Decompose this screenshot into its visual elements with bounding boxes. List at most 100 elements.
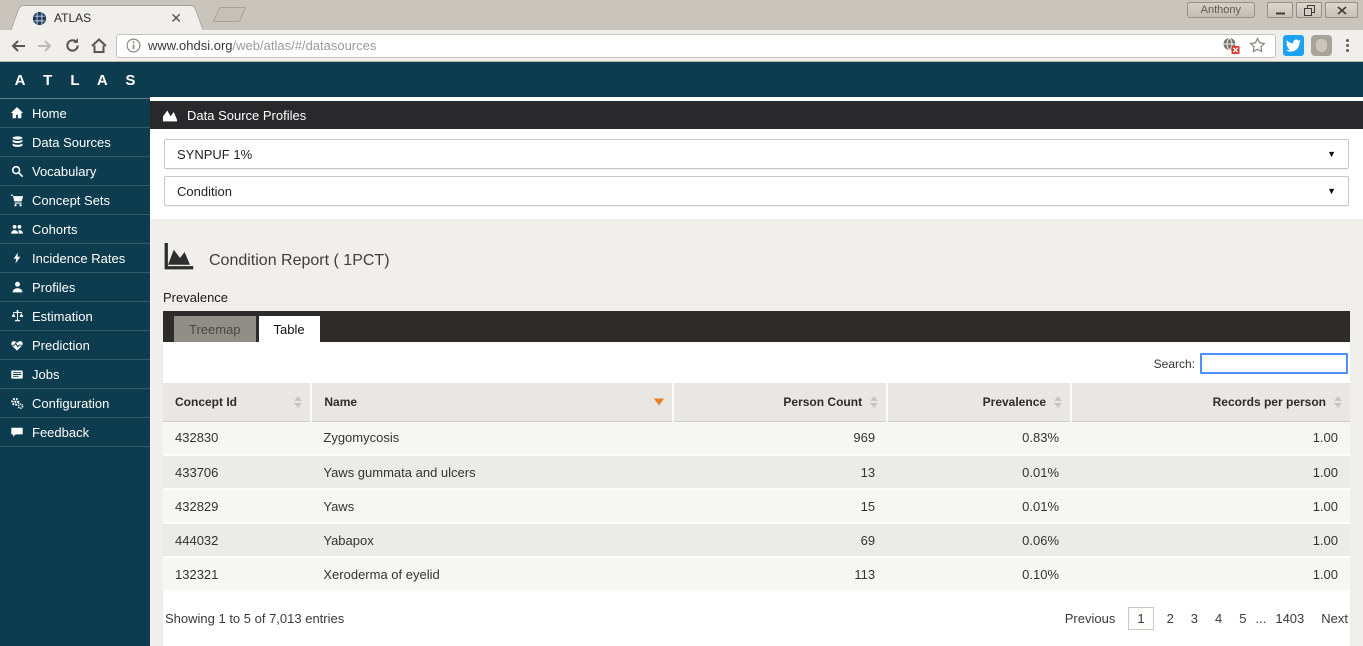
- page-button-3[interactable]: 3: [1191, 611, 1198, 626]
- table-row[interactable]: 132321 Xeroderma of eyelid 113 0.10% 1.00: [163, 557, 1350, 592]
- report-title-row: Condition Report ( 1PCT): [163, 243, 1350, 270]
- tab-content: Search: Concept Id Name Person Count Preval…: [163, 342, 1350, 646]
- browser-titlebar: ATLAS ✕ Anthony: [0, 0, 1363, 30]
- search-label: Search:: [1153, 356, 1195, 371]
- cell-concept-id: 433706: [163, 455, 312, 490]
- page-title: Data Source Profiles: [187, 107, 307, 123]
- column-header-person-count[interactable]: Person Count: [672, 383, 888, 422]
- sidebar-item-feedback[interactable]: Feedback: [0, 418, 150, 447]
- sidebar-item-cohorts[interactable]: Cohorts: [0, 215, 150, 244]
- sidebar-item-jobs[interactable]: Jobs: [0, 360, 150, 389]
- table-row[interactable]: 444032 Yabapox 69 0.06% 1.00: [163, 523, 1350, 558]
- cell-concept-id: 432830: [163, 421, 312, 456]
- back-button[interactable]: [8, 35, 28, 57]
- column-header-records-per-person[interactable]: Records per person: [1070, 383, 1350, 422]
- page-button-next[interactable]: Next: [1321, 611, 1348, 626]
- data-source-value: SYNPUF 1%: [177, 146, 253, 162]
- blocked-content-icon[interactable]: [1222, 37, 1240, 54]
- profile-button[interactable]: Anthony: [1186, 2, 1255, 18]
- sort-icons: [870, 395, 879, 408]
- browser-tab[interactable]: ATLAS ✕: [24, 5, 190, 30]
- column-header-concept-id[interactable]: Concept Id: [163, 383, 312, 422]
- pagination: Previous 1 2 3 4 5... 1403 Next: [1065, 607, 1348, 630]
- cell-name: Yaws gummata and ulcers: [311, 455, 674, 490]
- sidebar-item-home[interactable]: Home: [0, 99, 150, 128]
- bolt-icon: [9, 251, 25, 265]
- table-row[interactable]: 433706 Yaws gummata and ulcers 13 0.01% 1.00: [163, 455, 1350, 490]
- address-bar[interactable]: www.ohdsi.org/web/atlas/#/datasources: [116, 33, 1276, 58]
- search-input[interactable]: [1200, 353, 1348, 374]
- tab-close-icon[interactable]: ✕: [166, 11, 186, 25]
- reload-button[interactable]: [62, 35, 82, 57]
- column-header-prevalence[interactable]: Prevalence: [886, 383, 1072, 422]
- user-icon: [9, 280, 25, 294]
- cell-name: Yabapox: [311, 523, 674, 558]
- sidebar-item-configuration[interactable]: Configuration: [0, 389, 150, 418]
- sort-icons: [1334, 395, 1342, 408]
- report-type-select[interactable]: Condition ▼: [164, 176, 1349, 206]
- extension-icon[interactable]: [1311, 35, 1332, 56]
- page-button-5[interactable]: 5: [1239, 611, 1246, 626]
- cell-person-count: 969: [673, 421, 888, 456]
- sidebar-nav: Home Data Sources Vocabulary Concept Sets Co…: [0, 99, 150, 447]
- sidebar-item-profiles[interactable]: Profiles: [0, 273, 150, 302]
- table-summary: Showing 1 to 5 of 7,013 entries: [165, 611, 345, 626]
- sidebar-item-label: Cohorts: [32, 221, 78, 237]
- restore-button[interactable]: [1296, 2, 1322, 18]
- column-label: Concept Id: [175, 394, 237, 409]
- tab-treemap[interactable]: Treemap: [174, 316, 256, 342]
- cell-concept-id: 444032: [163, 523, 312, 558]
- report-type-value: Condition: [177, 183, 232, 199]
- page-button-1403[interactable]: 1403: [1275, 611, 1304, 626]
- page-header: Data Source Profiles: [150, 101, 1363, 129]
- minimize-button[interactable]: [1267, 2, 1293, 18]
- top-band: [150, 62, 1363, 97]
- new-tab-button[interactable]: [212, 7, 247, 22]
- cell-person-count: 13: [673, 455, 888, 490]
- column-label: Person Count: [783, 394, 863, 409]
- sidebar-item-incidence-rates[interactable]: Incidence Rates: [0, 244, 150, 273]
- home-button[interactable]: [89, 35, 109, 57]
- page-info-icon[interactable]: [126, 38, 141, 53]
- atlas-logo[interactable]: A T L A S: [0, 62, 150, 99]
- page-button-previous[interactable]: Previous: [1065, 611, 1116, 626]
- tab-table[interactable]: Table: [258, 316, 320, 342]
- gears-icon: [9, 396, 25, 410]
- sidebar-item-label: Estimation: [32, 308, 93, 324]
- sidebar-item-label: Configuration: [32, 395, 110, 411]
- data-source-select[interactable]: SYNPUF 1% ▼: [164, 139, 1349, 169]
- sidebar-item-prediction[interactable]: Prediction: [0, 331, 150, 360]
- cell-records-per-person: 1.00: [1071, 455, 1350, 490]
- report-title: Condition Report ( 1PCT): [209, 252, 390, 269]
- cell-prevalence: 0.06%: [887, 523, 1072, 558]
- cell-name: Yaws: [311, 489, 674, 524]
- atlas-favicon-icon: [32, 11, 47, 26]
- cell-person-count: 69: [673, 523, 888, 558]
- column-header-name[interactable]: Name: [310, 383, 674, 422]
- prevalence-table: Concept Id Name Person Count Prevalence Reco…: [163, 383, 1350, 592]
- table-row[interactable]: 432829 Yaws 15 0.01% 1.00: [163, 489, 1350, 524]
- cell-prevalence: 0.10%: [887, 557, 1072, 592]
- sort-icons: [294, 395, 303, 408]
- sidebar-item-data-sources[interactable]: Data Sources: [0, 128, 150, 157]
- main-area: Data Source Profiles SYNPUF 1% ▼ Conditi…: [150, 62, 1363, 646]
- sidebar-item-vocabulary[interactable]: Vocabulary: [0, 157, 150, 186]
- page-button-4[interactable]: 4: [1215, 611, 1222, 626]
- bookmark-star-icon[interactable]: [1249, 37, 1266, 54]
- caret-down-icon: ▼: [1327, 149, 1336, 159]
- sidebar-item-concept-sets[interactable]: Concept Sets: [0, 186, 150, 215]
- window-controls: [1267, 2, 1358, 18]
- browser-menu-icon[interactable]: [1339, 35, 1355, 57]
- area-chart-icon: [162, 108, 178, 122]
- page-button-2[interactable]: 2: [1167, 611, 1174, 626]
- page-button-1[interactable]: 1: [1128, 607, 1154, 630]
- cell-records-per-person: 1.00: [1071, 489, 1350, 524]
- twitter-extension-icon[interactable]: [1283, 35, 1304, 56]
- table-row[interactable]: 432830 Zygomycosis 969 0.83% 1.00: [163, 421, 1350, 456]
- forward-button[interactable]: [35, 35, 55, 57]
- users-icon: [9, 223, 25, 236]
- close-button[interactable]: [1325, 2, 1358, 18]
- browser-window: ATLAS ✕ Anthony www.ohdsi.org /web/atlas…: [0, 0, 1363, 646]
- sidebar-item-estimation[interactable]: Estimation: [0, 302, 150, 331]
- sort-icons: [1054, 395, 1063, 408]
